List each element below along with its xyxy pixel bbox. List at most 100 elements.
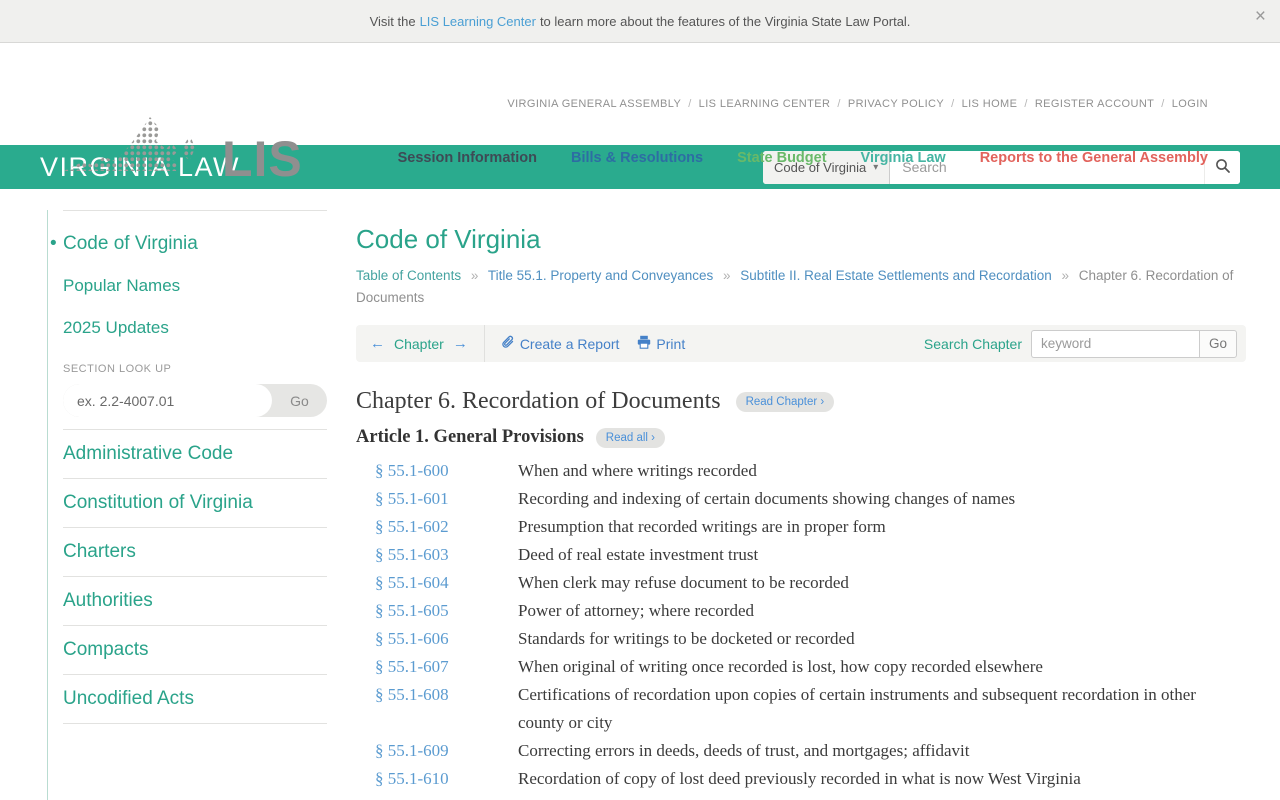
section-row: § 55.1-604 When clerk may refuse documen… (356, 569, 1246, 597)
chapter-pager: ← Chapter → (370, 335, 468, 352)
section-link[interactable]: § 55.1-601 (375, 489, 449, 508)
breadcrumb-separator: » (1061, 268, 1070, 283)
search-submit-button[interactable] (1204, 150, 1240, 184)
sidebar-bottom-divider (63, 723, 327, 724)
sidebar-item-uncodified-acts[interactable]: Uncodified Acts (63, 674, 327, 723)
toolbar-left: ← Chapter → Create a Report Print (370, 325, 703, 362)
utility-link-general-assembly[interactable]: VIRGINIA GENERAL ASSEMBLY (507, 98, 681, 110)
section-title: Deed of real estate investment trust (518, 545, 759, 564)
nav-virginia-law[interactable]: Virginia Law (861, 150, 946, 166)
sidebar-item-administrative-code[interactable]: Administrative Code (63, 429, 327, 478)
section-link[interactable]: § 55.1-603 (375, 545, 449, 564)
banner-text-prefix: Visit the (369, 13, 416, 29)
page-body: • Code of Virginia Popular Names 2025 Up… (0, 210, 1280, 800)
next-chapter-arrow[interactable]: → (453, 335, 468, 352)
print-label: Print (656, 335, 686, 352)
utility-link-learning-center[interactable]: LIS LEARNING CENTER (699, 98, 831, 110)
section-title: Repealed (518, 793, 1246, 800)
section-link[interactable]: § 55.1-604 (375, 573, 449, 592)
sidebar-item-constitution[interactable]: Constitution of Virginia (63, 478, 327, 527)
sidebar-link-charters[interactable]: Charters (63, 541, 136, 562)
section-row: § 55.1-606 Standards for writings to be … (356, 625, 1246, 653)
chapter-search-go-button[interactable]: Go (1198, 329, 1237, 358)
sidebar-link-compacts[interactable]: Compacts (63, 639, 149, 660)
sidebar-link-code-of-virginia[interactable]: Code of Virginia (63, 233, 198, 254)
utility-separator: / (1024, 98, 1028, 110)
article-heading-row: Article 1. General Provisions Read all › (356, 427, 1246, 448)
main-nav: Session Information Bills & Resolutions … (398, 150, 1208, 166)
lis-logo-text: LIS (222, 131, 303, 187)
section-link[interactable]: § 55.1-600 (375, 461, 449, 480)
section-link[interactable]: § 55.1-605 (375, 601, 449, 620)
section-link[interactable]: § 55.1-609 (375, 741, 449, 760)
utility-separator: / (1161, 98, 1165, 110)
create-report-label: Create a Report (519, 335, 620, 352)
section-link[interactable]: § 55.1-606 (375, 629, 449, 648)
active-bullet-icon: • (50, 233, 57, 254)
nav-bills-resolutions[interactable]: Bills & Resolutions (571, 150, 703, 166)
close-icon[interactable]: × (1255, 7, 1266, 26)
utility-nav: VIRGINIA GENERAL ASSEMBLY / LIS LEARNING C… (398, 98, 1208, 110)
utility-separator: / (951, 98, 955, 110)
print-link[interactable]: Print (637, 335, 685, 352)
sidebar-link-uncodified-acts[interactable]: Uncodified Acts (63, 688, 194, 709)
section-row: § 55.1-603 Deed of real estate investmen… (356, 541, 1246, 569)
breadcrumb-table-of-contents[interactable]: Table of Contents (356, 268, 461, 283)
section-row: § 55.1-601 Recording and indexing of cer… (356, 485, 1246, 513)
read-chapter-button[interactable]: Read Chapter › (735, 391, 835, 412)
utility-separator: / (688, 98, 692, 110)
section-row: § 55.1-602 Presumption that recorded wri… (356, 513, 1246, 541)
sidebar-item-code-of-virginia[interactable]: • Code of Virginia (50, 225, 327, 265)
chapter-pager-label[interactable]: Chapter (394, 336, 444, 352)
sidebar-item-2025-updates[interactable]: 2025 Updates (63, 307, 327, 349)
section-title: Recording and indexing of certain docume… (518, 489, 1016, 508)
lis-logo[interactable]: LIS (64, 115, 303, 187)
nav-state-budget[interactable]: State Budget (737, 150, 826, 166)
utility-link-login[interactable]: LOGIN (1172, 98, 1208, 110)
utility-separator: / (837, 98, 841, 110)
sidebar-link-popular-names[interactable]: Popular Names (63, 276, 180, 295)
sidebar-link-administrative-code[interactable]: Administrative Code (63, 443, 233, 464)
paperclip-icon (501, 335, 515, 352)
section-lookup-input[interactable] (63, 384, 272, 417)
header-navigation: VIRGINIA GENERAL ASSEMBLY / LIS LEARNING C… (398, 98, 1208, 166)
nav-session-information[interactable]: Session Information (398, 150, 537, 166)
breadcrumb-title-55-1[interactable]: Title 55.1. Property and Conveyances (488, 268, 713, 283)
virginia-law-portal-page: Visit the LIS Learning Center to learn m… (0, 0, 1280, 800)
section-lookup-label: SECTION LOOK UP (63, 363, 172, 375)
sidebar-item-popular-names[interactable]: Popular Names (63, 265, 327, 307)
section-row: § 55.1-600 When and where writings recor… (356, 457, 1246, 485)
section-title: When clerk may refuse document to be rec… (518, 573, 849, 592)
sidebar-link-2025-updates[interactable]: 2025 Updates (63, 318, 169, 337)
section-link[interactable]: § 55.1-602 (375, 517, 449, 536)
site-header: LIS VIRGINIA GENERAL ASSEMBLY / LIS LEARNI… (0, 43, 1280, 184)
utility-link-privacy-policy[interactable]: PRIVACY POLICY (848, 98, 944, 110)
nav-reports-general-assembly[interactable]: Reports to the General Assembly (980, 150, 1208, 166)
sidebar-item-authorities[interactable]: Authorities (63, 576, 327, 625)
previous-chapter-arrow[interactable]: ← (370, 335, 385, 352)
virginia-dotted-map-icon (64, 115, 214, 180)
chapter-heading-row: Chapter 6. Recordation of Documents Read… (356, 388, 1246, 415)
breadcrumb-subtitle-ii[interactable]: Subtitle II. Real Estate Settlements and… (740, 268, 1051, 283)
sidebar-link-constitution[interactable]: Constitution of Virginia (63, 492, 253, 513)
breadcrumb-separator: » (723, 268, 731, 283)
section-row: § 55.1-605 Power of attorney; where reco… (356, 597, 1246, 625)
lis-learning-center-link[interactable]: LIS Learning Center (420, 14, 536, 29)
section-lookup-go-button[interactable]: Go (272, 384, 327, 417)
section-title: When original of writing once recorded i… (518, 657, 1043, 676)
sidebar-item-charters[interactable]: Charters (63, 527, 327, 576)
sidebar-item-compacts[interactable]: Compacts (63, 625, 327, 674)
toolbar-divider (483, 325, 485, 362)
chapter-keyword-input[interactable] (1030, 329, 1199, 358)
section-link[interactable]: § 55.1-608 (375, 685, 449, 704)
article-heading: Article 1. General Provisions (356, 427, 584, 447)
create-report-link[interactable]: Create a Report (501, 335, 620, 352)
utility-link-register-account[interactable]: REGISTER ACCOUNT (1035, 98, 1154, 110)
read-all-button[interactable]: Read all › (595, 427, 665, 448)
section-link[interactable]: § 55.1-610 (375, 769, 449, 788)
section-link[interactable]: § 55.1-607 (375, 657, 449, 676)
sidebar-link-authorities[interactable]: Authorities (63, 590, 153, 611)
utility-link-lis-home[interactable]: LIS HOME (962, 98, 1018, 110)
section-title: Presumption that recorded writings are i… (518, 517, 886, 536)
page-title: Code of Virginia (356, 224, 541, 254)
